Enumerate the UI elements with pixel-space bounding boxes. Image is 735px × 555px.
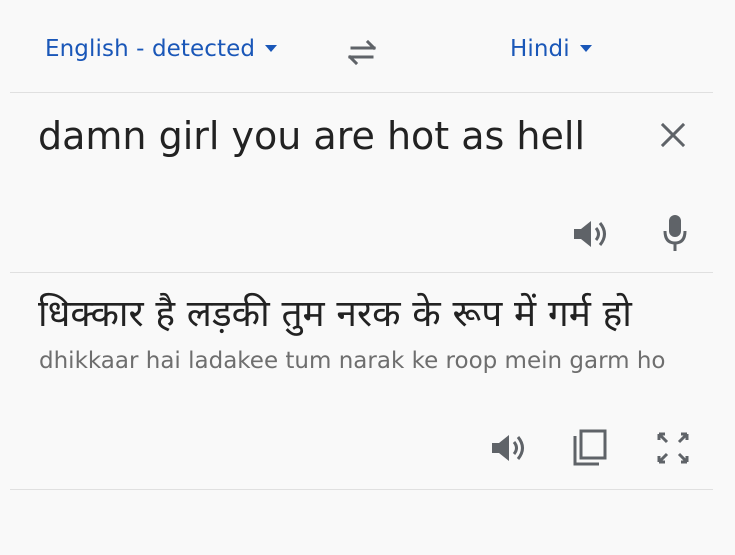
divider xyxy=(10,489,713,490)
swap-arrows-icon[interactable] xyxy=(344,38,380,66)
source-text-input[interactable]: damn girl you are hot as hell xyxy=(38,114,585,158)
speaker-icon[interactable] xyxy=(571,218,611,250)
translated-text: धिक्कार है लड़की तुम नरक के रूप में गर्म… xyxy=(38,292,632,335)
target-language-label: Hindi xyxy=(510,36,570,62)
chevron-down-icon xyxy=(579,45,592,52)
close-icon[interactable] xyxy=(655,117,691,153)
transliteration-text: dhikkaar hai ladakee tum narak ke roop m… xyxy=(39,348,666,374)
copy-icon[interactable] xyxy=(571,428,609,468)
chevron-down-icon xyxy=(265,45,278,52)
target-language-selector[interactable]: Hindi xyxy=(510,36,592,62)
speaker-icon[interactable] xyxy=(489,432,529,464)
source-language-selector[interactable]: English - detected xyxy=(45,36,278,62)
microphone-icon[interactable] xyxy=(662,213,688,253)
source-language-label: English - detected xyxy=(45,36,256,62)
divider xyxy=(10,272,713,273)
fullscreen-icon[interactable] xyxy=(655,430,691,466)
divider xyxy=(10,92,713,93)
language-bar: English - detected Hindi xyxy=(0,0,735,92)
